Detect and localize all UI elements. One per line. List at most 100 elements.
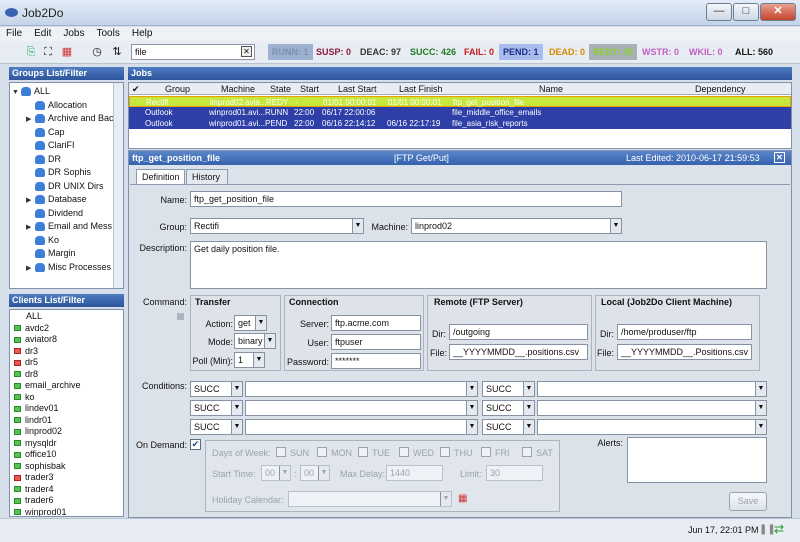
command-toggle-icon[interactable] [177, 313, 184, 320]
condition-status-select[interactable]: SUCC ▼ [482, 419, 535, 435]
client-list-item[interactable]: dr3 [12, 346, 123, 358]
condition-status-select[interactable]: SUCC ▼ [190, 419, 243, 435]
client-list-item[interactable]: trader3 [12, 472, 123, 484]
status-filter-10[interactable]: ALL: 560 [731, 44, 777, 60]
maximize-button[interactable]: □ [733, 3, 759, 21]
close-button[interactable]: ✕ [760, 3, 796, 21]
action-select[interactable]: get ▼ [234, 315, 267, 331]
group-tree-item[interactable]: ▶ Database [12, 193, 123, 207]
client-list-item[interactable]: trader6 [12, 495, 123, 507]
menu-tools[interactable]: Tools [90, 27, 125, 39]
status-filter-1[interactable]: SUSP: 0 [312, 44, 355, 60]
job-row[interactable]: Outlook winprod01.avi... PEND 22:00 06/16 22… [129, 118, 791, 129]
save-button[interactable]: Save [729, 492, 767, 511]
status-filter-0[interactable]: RUNN: 1 [268, 44, 313, 60]
condition-status-select[interactable]: SUCC ▼ [190, 400, 243, 416]
client-list-item[interactable]: ko [12, 392, 123, 404]
condition-job-select[interactable]: ▼ [537, 381, 767, 397]
machine-select[interactable]: linprod02 ▼ [411, 218, 622, 234]
poll-select[interactable]: 1 ▼ [234, 352, 265, 368]
refresh-icon[interactable]: ⇄ [774, 522, 784, 536]
tab-history[interactable]: History [186, 169, 228, 184]
menu-help[interactable]: Help [126, 27, 159, 39]
job-row[interactable]: Outlook winprod01.avi... RUNN 22:00 06/17 22… [129, 107, 791, 118]
client-list-item[interactable]: lindev01 [12, 403, 123, 415]
minimize-button[interactable]: — [706, 3, 732, 21]
group-tree-item[interactable]: DR Sophis [12, 166, 123, 180]
client-list-item[interactable]: dr5 [12, 357, 123, 369]
client-list-item[interactable]: mysqldr [12, 438, 123, 450]
group-tree-item[interactable]: ▶ Archive and Bac [12, 112, 123, 126]
col-dependency[interactable]: Dependency [695, 84, 746, 94]
clock-icon[interactable]: ◷ [90, 45, 104, 59]
condition-job-select[interactable]: ▼ [245, 381, 478, 397]
menu-file[interactable]: File [0, 27, 28, 39]
new-job-icon[interactable]: ⎘ [24, 45, 38, 59]
clear-search-icon[interactable]: ✕ [241, 46, 252, 57]
find-icon[interactable]: ⛶ [41, 45, 55, 59]
status-filter-2[interactable]: DEAC: 97 [356, 44, 405, 60]
client-list-item[interactable]: office10 [12, 449, 123, 461]
start-hour-select[interactable]: 00 ▼ [261, 465, 291, 481]
group-tree-item[interactable]: ▶ Email and Mess [12, 220, 123, 234]
start-minute-select[interactable]: 00 ▼ [300, 465, 330, 481]
password-field[interactable]: ******* [331, 353, 421, 369]
calendar-icon[interactable]: ▦ [60, 45, 74, 59]
status-filter-7[interactable]: REDY: 35 [589, 44, 637, 60]
client-list-item[interactable]: dr8 [12, 369, 123, 381]
job-row[interactable]: Rectifi linprod02.avia... REDY - 01/01 00:00… [129, 96, 791, 107]
client-list-item[interactable]: trader4 [12, 484, 123, 496]
condition-status-select[interactable]: SUCC ▼ [482, 400, 535, 416]
expand-down-icon[interactable]: ▼ [12, 86, 21, 99]
group-tree-item[interactable]: ▼ ALL [12, 85, 123, 99]
description-field[interactable]: Get daily position file. [190, 241, 767, 289]
day-checkbox[interactable] [522, 447, 532, 457]
clients-list[interactable]: ALL avdc2 aviator8 dr3 dr5 dr8 email_archive ko… [9, 309, 124, 517]
group-tree-item[interactable]: ▶ Misc Processes [12, 261, 123, 275]
col-start[interactable]: Start [300, 84, 319, 94]
expand-right-icon[interactable]: ▶ [26, 113, 35, 126]
remote-file-field[interactable]: __YYYYMMDD__.positions.csv [449, 344, 588, 360]
limit-field[interactable]: 30 [486, 465, 543, 481]
status-filter-4[interactable]: FAIL: 0 [460, 44, 498, 60]
day-checkbox[interactable] [276, 447, 286, 457]
local-file-field[interactable]: __YYYYMMDD__.Positions.csv [617, 344, 752, 360]
sort-icon[interactable]: ⇅ [110, 45, 124, 59]
expand-right-icon[interactable]: ▶ [26, 262, 35, 275]
day-checkbox[interactable] [440, 447, 450, 457]
calendar-icon[interactable]: ▦ [458, 493, 467, 504]
local-dir-field[interactable]: /home/produser/ftp [617, 324, 752, 340]
col-name[interactable]: Name [539, 84, 563, 94]
group-tree-item[interactable]: DR UNIX Dirs [12, 180, 123, 194]
on-demand-checkbox[interactable]: ✔ [190, 439, 201, 450]
select-all-checkbox[interactable]: ✔ [132, 84, 140, 95]
status-filter-5[interactable]: PEND: 1 [499, 44, 543, 60]
client-list-item[interactable]: email_archive [12, 380, 123, 392]
condition-job-select[interactable]: ▼ [245, 419, 478, 435]
status-filter-8[interactable]: WSTR: 0 [638, 44, 683, 60]
col-machine[interactable]: Machine [221, 84, 255, 94]
server-field[interactable]: ftp.acme.com [331, 315, 421, 331]
col-group[interactable]: Group [165, 84, 190, 94]
condition-job-select[interactable]: ▼ [537, 419, 767, 435]
max-delay-field[interactable]: 1440 [386, 465, 443, 481]
groups-scrollbar[interactable] [113, 83, 123, 288]
day-checkbox[interactable] [358, 447, 368, 457]
name-field[interactable]: ftp_get_position_file [190, 191, 622, 207]
col-last-finish[interactable]: Last Finish [399, 84, 443, 94]
client-list-item[interactable]: lindr01 [12, 415, 123, 427]
alerts-field[interactable] [627, 437, 767, 483]
mode-select[interactable]: binary ▼ [234, 333, 276, 349]
client-list-item[interactable]: sophisbak [12, 461, 123, 473]
group-tree-item[interactable]: ClariFI [12, 139, 123, 153]
col-last-start[interactable]: Last Start [338, 84, 377, 94]
group-tree-item[interactable]: Ko [12, 234, 123, 248]
remote-dir-field[interactable]: /outgoing [449, 324, 588, 340]
client-list-item[interactable]: linprod02 [12, 426, 123, 438]
condition-job-select[interactable]: ▼ [537, 400, 767, 416]
client-list-item[interactable]: winprod01 [12, 507, 123, 516]
condition-job-select[interactable]: ▼ [245, 400, 478, 416]
group-select[interactable]: Rectifi ▼ [190, 218, 364, 234]
day-checkbox[interactable] [317, 447, 327, 457]
col-state[interactable]: State [270, 84, 291, 94]
